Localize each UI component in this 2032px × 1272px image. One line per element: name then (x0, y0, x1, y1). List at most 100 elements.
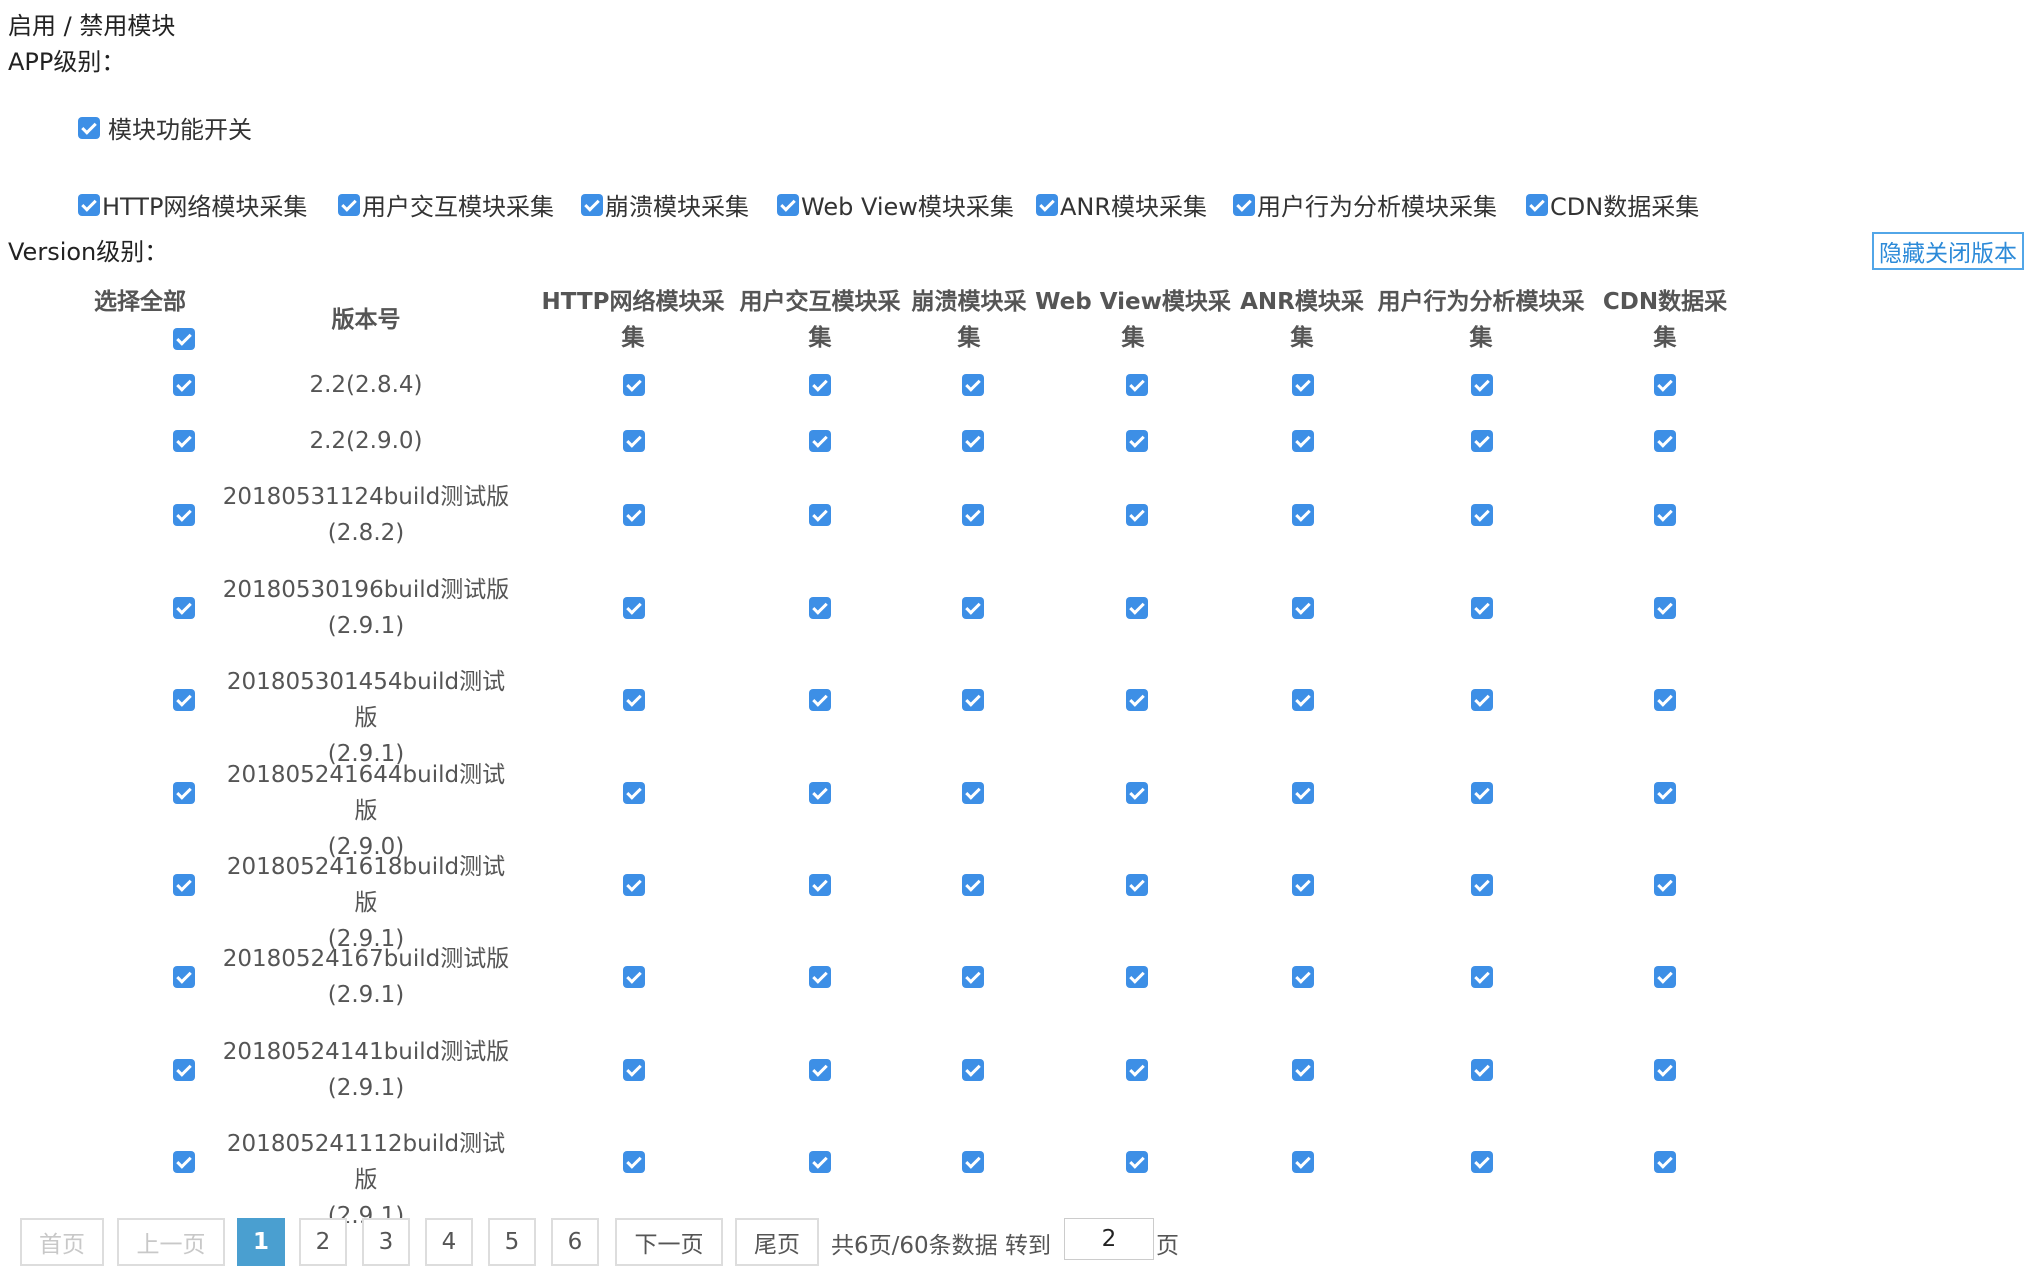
row-interaction-checkbox[interactable] (809, 966, 831, 988)
row-anr-checkbox[interactable] (1292, 597, 1314, 619)
row-http-checkbox[interactable] (623, 430, 645, 452)
row-select-checkbox[interactable] (173, 597, 195, 619)
prev-page-button[interactable]: 上一页 (117, 1218, 225, 1266)
row-crash-checkbox[interactable] (962, 966, 984, 988)
row-anr-checkbox[interactable] (1292, 1151, 1314, 1173)
row-cdn-checkbox[interactable] (1654, 1059, 1676, 1081)
app-module-webview-checkbox[interactable] (777, 193, 799, 216)
row-cdn-checkbox[interactable] (1654, 374, 1676, 396)
row-webview-checkbox[interactable] (1126, 966, 1148, 988)
row-webview-checkbox[interactable] (1126, 782, 1148, 804)
first-page-button[interactable]: 首页 (20, 1218, 104, 1266)
row-anr-checkbox[interactable] (1292, 874, 1314, 896)
app-module-anr-checkbox[interactable] (1036, 193, 1058, 216)
module-switch-checkbox[interactable] (78, 116, 100, 139)
row-interaction-checkbox[interactable] (809, 1151, 831, 1173)
row-anr-checkbox[interactable] (1292, 430, 1314, 452)
app-module-webview[interactable]: Web View模块采集 (777, 187, 1014, 222)
row-http-checkbox[interactable] (623, 1059, 645, 1081)
row-behavior-checkbox[interactable] (1471, 1151, 1493, 1173)
row-anr-checkbox[interactable] (1292, 782, 1314, 804)
row-behavior-checkbox[interactable] (1471, 782, 1493, 804)
row-http-checkbox[interactable] (623, 597, 645, 619)
row-behavior-checkbox[interactable] (1471, 430, 1493, 452)
select-all-checkbox[interactable] (173, 328, 195, 350)
row-crash-checkbox[interactable] (962, 504, 984, 526)
row-http-checkbox[interactable] (623, 782, 645, 804)
row-cdn-checkbox[interactable] (1654, 1151, 1676, 1173)
row-http-checkbox[interactable] (623, 504, 645, 526)
row-anr-checkbox[interactable] (1292, 1059, 1314, 1081)
row-http-checkbox[interactable] (623, 374, 645, 396)
row-crash-checkbox[interactable] (962, 430, 984, 452)
page-button-2[interactable]: 2 (299, 1218, 347, 1266)
app-module-anr[interactable]: ANR模块采集 (1036, 187, 1207, 222)
row-webview-checkbox[interactable] (1126, 430, 1148, 452)
module-switch[interactable]: 模块功能开关 (78, 110, 252, 145)
row-behavior-checkbox[interactable] (1471, 689, 1493, 711)
row-crash-checkbox[interactable] (962, 374, 984, 396)
row-crash-checkbox[interactable] (962, 1059, 984, 1081)
row-select-checkbox[interactable] (173, 689, 195, 711)
row-http-checkbox[interactable] (623, 1151, 645, 1173)
page-button-3[interactable]: 3 (362, 1218, 410, 1266)
app-module-http[interactable]: HTTP网络模块采集 (78, 187, 307, 222)
row-webview-checkbox[interactable] (1126, 504, 1148, 526)
app-module-interaction-checkbox[interactable] (338, 193, 360, 216)
app-module-interaction[interactable]: 用户交互模块采集 (338, 187, 554, 222)
row-webview-checkbox[interactable] (1126, 874, 1148, 896)
last-page-button[interactable]: 尾页 (735, 1218, 819, 1266)
row-interaction-checkbox[interactable] (809, 430, 831, 452)
row-behavior-checkbox[interactable] (1471, 374, 1493, 396)
row-select-checkbox[interactable] (173, 430, 195, 452)
row-behavior-checkbox[interactable] (1471, 1059, 1493, 1081)
row-cdn-checkbox[interactable] (1654, 966, 1676, 988)
row-crash-checkbox[interactable] (962, 782, 984, 804)
page-button-1[interactable]: 1 (237, 1218, 285, 1266)
row-behavior-checkbox[interactable] (1471, 504, 1493, 526)
app-module-crash-checkbox[interactable] (581, 193, 603, 216)
row-crash-checkbox[interactable] (962, 874, 984, 896)
row-interaction-checkbox[interactable] (809, 874, 831, 896)
row-select-checkbox[interactable] (173, 874, 195, 896)
page-button-4[interactable]: 4 (425, 1218, 473, 1266)
row-interaction-checkbox[interactable] (809, 782, 831, 804)
row-select-checkbox[interactable] (173, 1151, 195, 1173)
row-interaction-checkbox[interactable] (809, 504, 831, 526)
row-crash-checkbox[interactable] (962, 1151, 984, 1173)
row-behavior-checkbox[interactable] (1471, 597, 1493, 619)
row-select-checkbox[interactable] (173, 374, 195, 396)
row-crash-checkbox[interactable] (962, 597, 984, 619)
row-cdn-checkbox[interactable] (1654, 782, 1676, 804)
app-module-cdn[interactable]: CDN数据采集 (1526, 187, 1699, 222)
row-cdn-checkbox[interactable] (1654, 597, 1676, 619)
row-behavior-checkbox[interactable] (1471, 966, 1493, 988)
row-cdn-checkbox[interactable] (1654, 689, 1676, 711)
page-button-6[interactable]: 6 (551, 1218, 599, 1266)
row-webview-checkbox[interactable] (1126, 1151, 1148, 1173)
hide-closed-versions-button[interactable]: 隐藏关闭版本 (1872, 232, 2024, 270)
row-anr-checkbox[interactable] (1292, 966, 1314, 988)
row-behavior-checkbox[interactable] (1471, 874, 1493, 896)
row-cdn-checkbox[interactable] (1654, 430, 1676, 452)
app-module-behavior[interactable]: 用户行为分析模块采集 (1233, 187, 1497, 222)
row-anr-checkbox[interactable] (1292, 374, 1314, 396)
row-interaction-checkbox[interactable] (809, 1059, 831, 1081)
goto-page-input[interactable] (1064, 1218, 1154, 1260)
row-http-checkbox[interactable] (623, 874, 645, 896)
row-anr-checkbox[interactable] (1292, 689, 1314, 711)
app-module-crash[interactable]: 崩溃模块采集 (581, 187, 749, 222)
app-module-behavior-checkbox[interactable] (1233, 193, 1255, 216)
row-cdn-checkbox[interactable] (1654, 504, 1676, 526)
row-crash-checkbox[interactable] (962, 689, 984, 711)
row-http-checkbox[interactable] (623, 966, 645, 988)
row-select-checkbox[interactable] (173, 1059, 195, 1081)
row-cdn-checkbox[interactable] (1654, 874, 1676, 896)
row-webview-checkbox[interactable] (1126, 1059, 1148, 1081)
row-select-checkbox[interactable] (173, 966, 195, 988)
row-webview-checkbox[interactable] (1126, 374, 1148, 396)
app-module-cdn-checkbox[interactable] (1526, 193, 1548, 216)
row-select-checkbox[interactable] (173, 782, 195, 804)
row-interaction-checkbox[interactable] (809, 597, 831, 619)
app-module-http-checkbox[interactable] (78, 193, 100, 216)
